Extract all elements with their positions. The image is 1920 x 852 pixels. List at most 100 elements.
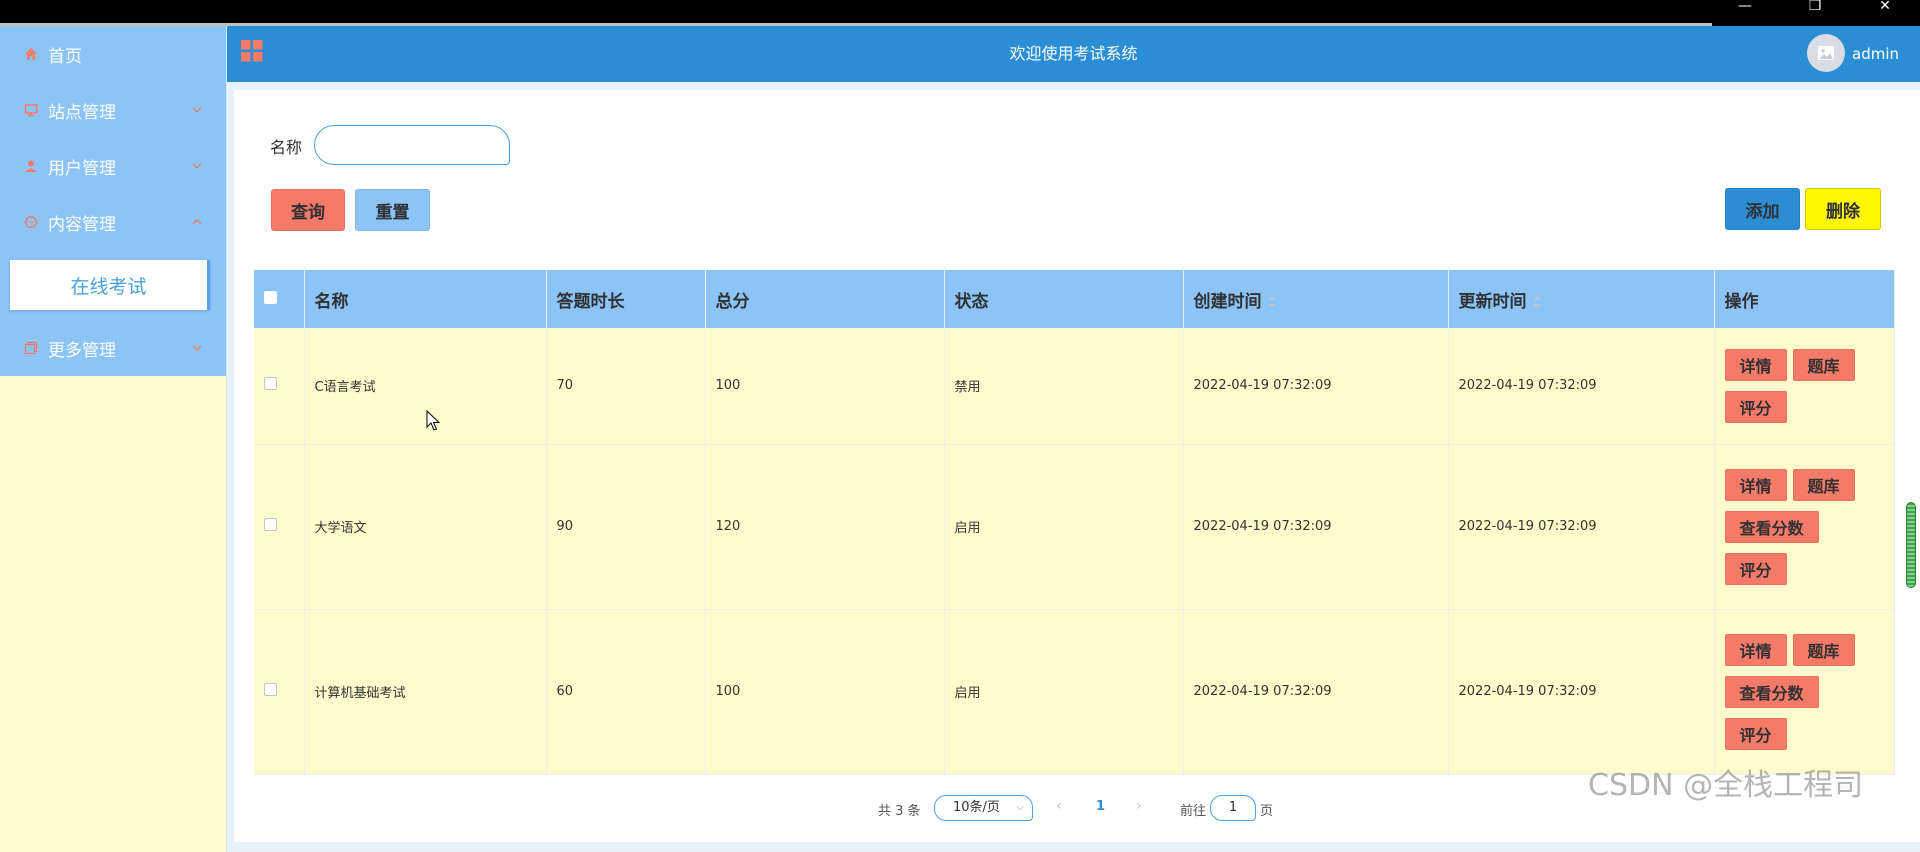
sidebar-item-site[interactable]: 站点管理: [0, 82, 226, 138]
page-number[interactable]: 1: [1096, 799, 1105, 814]
row-select-cell: [254, 328, 305, 445]
cell-status: 启用: [944, 609, 1184, 775]
detail-button[interactable]: 详情: [1724, 348, 1787, 381]
sidebar-item-label: 用户管理: [48, 158, 116, 179]
row-checkbox[interactable]: [264, 518, 277, 531]
exam-table: 名称 答题时长 总分 状态 创建时间 更新时间 操作 C语言考试 70 100 …: [254, 270, 1895, 775]
cell-actions: 详情 题库 查看分数 评分: [1714, 444, 1895, 610]
chevron-down-icon: [192, 345, 202, 351]
cell-name: 计算机基础考试: [304, 609, 547, 775]
grade-button[interactable]: 评分: [1724, 717, 1787, 750]
sidebar-item-users[interactable]: 用户管理: [0, 138, 226, 194]
total-count: 共 3 条: [878, 804, 921, 819]
row-select-cell: [254, 609, 305, 775]
username[interactable]: admin: [1852, 26, 1899, 82]
sidebar-item-label: 首页: [48, 46, 82, 67]
page-size-value: 10条/页: [953, 800, 1000, 815]
cell-status: 启用: [944, 444, 1184, 610]
sidebar-item-home[interactable]: 首页: [0, 26, 226, 82]
view-score-button[interactable]: 查看分数: [1724, 675, 1819, 708]
sidebar-item-label: 站点管理: [48, 102, 116, 123]
table-header-row: 名称 答题时长 总分 状态 创建时间 更新时间 操作: [254, 270, 1895, 328]
row-checkbox[interactable]: [264, 683, 277, 696]
sidebar-item-online-exam[interactable]: 在线考试: [10, 260, 210, 310]
column-header-label: 更新时间: [1458, 291, 1527, 312]
grade-button[interactable]: 评分: [1724, 390, 1787, 423]
table-row: C语言考试 70 100 禁用 2022-04-19 07:32:09 2022…: [254, 328, 1895, 445]
reset-button[interactable]: 重置: [355, 189, 430, 231]
query-button[interactable]: 查询: [271, 189, 345, 231]
avatar[interactable]: [1807, 34, 1845, 72]
column-header-duration: 答题时长: [546, 270, 706, 328]
chat-icon: [24, 215, 38, 229]
table-row: 计算机基础考试 60 100 启用 2022-04-19 07:32:09 20…: [254, 609, 1895, 775]
submenu-content: 在线考试: [0, 250, 226, 320]
close-icon[interactable]: ✕: [1865, 0, 1905, 14]
sort-icon[interactable]: [1532, 295, 1541, 308]
cell-name: C语言考试: [304, 328, 547, 445]
top-header: 欢迎使用考试系统 admin: [227, 26, 1920, 82]
question-bank-button[interactable]: 题库: [1792, 633, 1855, 666]
sidebar-item-content[interactable]: 内容管理: [0, 194, 226, 250]
column-header-score: 总分: [705, 270, 945, 328]
column-header-name: 名称: [304, 270, 547, 328]
sidebar-item-label: 内容管理: [48, 214, 116, 235]
detail-button[interactable]: 详情: [1724, 468, 1787, 501]
cell-duration: 90: [546, 444, 706, 610]
chevron-down-icon: ⌵: [1016, 802, 1024, 813]
home-icon: [24, 47, 38, 61]
watermark: CSDN @全栈工程司: [1588, 768, 1864, 803]
row-checkbox[interactable]: [264, 377, 277, 391]
grade-button[interactable]: 评分: [1724, 552, 1787, 585]
main-panel: 名称 查询 重置 添加 删除 名称 答题时长 总分 状态 创建时间 更新时间 操…: [234, 90, 1920, 842]
cell-duration: 70: [546, 328, 706, 445]
question-bank-button[interactable]: 题库: [1792, 468, 1855, 501]
add-button[interactable]: 添加: [1725, 188, 1800, 230]
sidebar: 首页 站点管理 用户管理 内容管理 在线考试 更多管理: [0, 26, 226, 852]
cell-created: 2022-04-19 07:32:09: [1183, 328, 1449, 445]
monitor-icon: [24, 103, 38, 117]
chevron-down-icon: [192, 163, 202, 169]
window-title-bar: — ❐ ✕: [0, 0, 1920, 26]
scrollbar-thumb[interactable]: [1906, 502, 1916, 588]
sidebar-menu: 首页 站点管理 用户管理 内容管理 在线考试 更多管理: [0, 26, 226, 376]
minimize-icon[interactable]: —: [1725, 0, 1765, 14]
cell-name: 大学语文: [304, 444, 547, 610]
delete-button[interactable]: 删除: [1805, 188, 1881, 230]
cell-updated: 2022-04-19 07:32:09: [1448, 609, 1715, 775]
table-row: 大学语文 90 120 启用 2022-04-19 07:32:09 2022-…: [254, 444, 1895, 610]
column-header-created[interactable]: 创建时间: [1183, 270, 1449, 328]
cell-updated: 2022-04-19 07:32:09: [1448, 444, 1715, 610]
goto-label: 前往: [1180, 804, 1207, 819]
cell-created: 2022-04-19 07:32:09: [1183, 609, 1449, 775]
sidebar-item-more[interactable]: 更多管理: [0, 320, 226, 376]
copy-icon: [24, 341, 38, 355]
cell-score: 100: [705, 609, 945, 775]
question-bank-button[interactable]: 题库: [1792, 348, 1855, 381]
cell-created: 2022-04-19 07:32:09: [1183, 444, 1449, 610]
page-size-select[interactable]: 10条/页 ⌵: [934, 795, 1033, 821]
name-search-input[interactable]: [314, 125, 510, 165]
column-header-updated[interactable]: 更新时间: [1448, 270, 1715, 328]
sidebar-item-label: 更多管理: [48, 340, 116, 361]
detail-button[interactable]: 详情: [1724, 633, 1787, 666]
cell-score: 100: [705, 328, 945, 445]
next-page-icon[interactable]: ›: [1136, 798, 1142, 814]
cell-status: 禁用: [944, 328, 1184, 445]
prev-page-icon[interactable]: ‹: [1056, 798, 1062, 814]
select-all-checkbox[interactable]: [264, 291, 277, 304]
sort-icon[interactable]: [1267, 295, 1276, 308]
user-icon: [24, 159, 38, 173]
goto-page-input[interactable]: 1: [1210, 795, 1256, 821]
view-score-button[interactable]: 查看分数: [1724, 510, 1819, 543]
cell-actions: 详情 题库 评分: [1714, 328, 1895, 445]
row-select-cell: [254, 444, 305, 610]
cell-updated: 2022-04-19 07:32:09: [1448, 328, 1715, 445]
mouse-cursor-icon: [426, 410, 441, 431]
cell-score: 120: [705, 444, 945, 610]
cell-actions: 详情 题库 查看分数 评分: [1714, 609, 1895, 775]
column-header-label: 创建时间: [1193, 291, 1262, 312]
maximize-icon[interactable]: ❐: [1795, 0, 1835, 14]
column-header-status: 状态: [944, 270, 1184, 328]
search-label: 名称: [270, 138, 303, 157]
